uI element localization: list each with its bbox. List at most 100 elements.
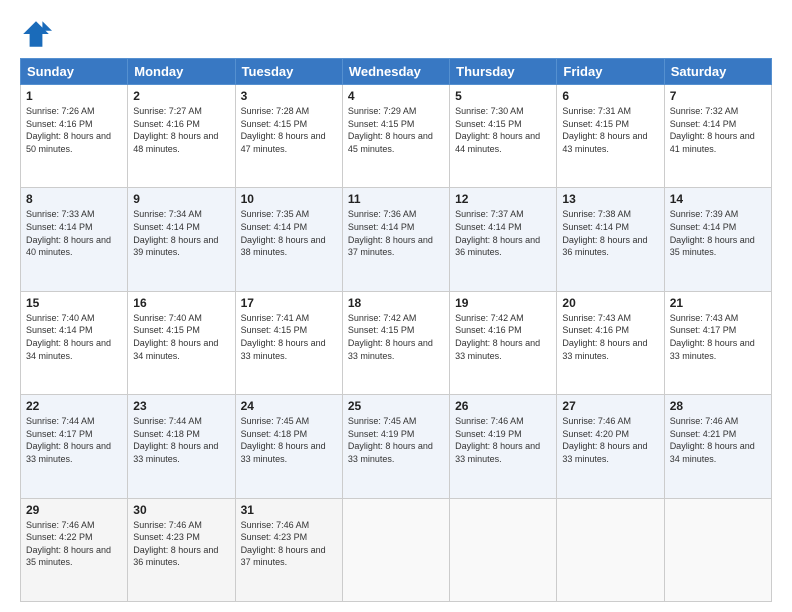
calendar-header-monday: Monday <box>128 59 235 85</box>
header <box>20 18 772 50</box>
calendar-cell: 16 Sunrise: 7:40 AMSunset: 4:15 PMDaylig… <box>128 291 235 394</box>
calendar-cell: 12 Sunrise: 7:37 AMSunset: 4:14 PMDaylig… <box>450 188 557 291</box>
cell-info: Sunrise: 7:38 AMSunset: 4:14 PMDaylight:… <box>562 209 647 257</box>
cell-info: Sunrise: 7:27 AMSunset: 4:16 PMDaylight:… <box>133 106 218 154</box>
cell-info: Sunrise: 7:44 AMSunset: 4:18 PMDaylight:… <box>133 416 218 464</box>
day-number: 19 <box>455 296 551 310</box>
day-number: 17 <box>241 296 337 310</box>
calendar-cell: 22 Sunrise: 7:44 AMSunset: 4:17 PMDaylig… <box>21 395 128 498</box>
day-number: 31 <box>241 503 337 517</box>
cell-info: Sunrise: 7:29 AMSunset: 4:15 PMDaylight:… <box>348 106 433 154</box>
calendar-cell: 21 Sunrise: 7:43 AMSunset: 4:17 PMDaylig… <box>664 291 771 394</box>
day-number: 10 <box>241 192 337 206</box>
calendar-cell: 5 Sunrise: 7:30 AMSunset: 4:15 PMDayligh… <box>450 85 557 188</box>
calendar-week-5: 29 Sunrise: 7:46 AMSunset: 4:22 PMDaylig… <box>21 498 772 601</box>
cell-info: Sunrise: 7:36 AMSunset: 4:14 PMDaylight:… <box>348 209 433 257</box>
cell-info: Sunrise: 7:46 AMSunset: 4:23 PMDaylight:… <box>241 520 326 568</box>
calendar-cell: 1 Sunrise: 7:26 AMSunset: 4:16 PMDayligh… <box>21 85 128 188</box>
calendar-cell: 24 Sunrise: 7:45 AMSunset: 4:18 PMDaylig… <box>235 395 342 498</box>
calendar-header-tuesday: Tuesday <box>235 59 342 85</box>
calendar-cell: 13 Sunrise: 7:38 AMSunset: 4:14 PMDaylig… <box>557 188 664 291</box>
calendar-header-sunday: Sunday <box>21 59 128 85</box>
logo <box>20 18 54 50</box>
cell-info: Sunrise: 7:43 AMSunset: 4:16 PMDaylight:… <box>562 313 647 361</box>
cell-info: Sunrise: 7:34 AMSunset: 4:14 PMDaylight:… <box>133 209 218 257</box>
cell-info: Sunrise: 7:46 AMSunset: 4:20 PMDaylight:… <box>562 416 647 464</box>
day-number: 20 <box>562 296 658 310</box>
day-number: 18 <box>348 296 444 310</box>
cell-info: Sunrise: 7:46 AMSunset: 4:22 PMDaylight:… <box>26 520 111 568</box>
cell-info: Sunrise: 7:43 AMSunset: 4:17 PMDaylight:… <box>670 313 755 361</box>
day-number: 28 <box>670 399 766 413</box>
cell-info: Sunrise: 7:28 AMSunset: 4:15 PMDaylight:… <box>241 106 326 154</box>
calendar-cell: 28 Sunrise: 7:46 AMSunset: 4:21 PMDaylig… <box>664 395 771 498</box>
calendar-cell: 15 Sunrise: 7:40 AMSunset: 4:14 PMDaylig… <box>21 291 128 394</box>
cell-info: Sunrise: 7:44 AMSunset: 4:17 PMDaylight:… <box>26 416 111 464</box>
calendar-cell: 10 Sunrise: 7:35 AMSunset: 4:14 PMDaylig… <box>235 188 342 291</box>
calendar-cell <box>342 498 449 601</box>
page: SundayMondayTuesdayWednesdayThursdayFrid… <box>0 0 792 612</box>
cell-info: Sunrise: 7:33 AMSunset: 4:14 PMDaylight:… <box>26 209 111 257</box>
calendar-week-4: 22 Sunrise: 7:44 AMSunset: 4:17 PMDaylig… <box>21 395 772 498</box>
day-number: 2 <box>133 89 229 103</box>
calendar-week-1: 1 Sunrise: 7:26 AMSunset: 4:16 PMDayligh… <box>21 85 772 188</box>
calendar-cell: 17 Sunrise: 7:41 AMSunset: 4:15 PMDaylig… <box>235 291 342 394</box>
day-number: 9 <box>133 192 229 206</box>
calendar-week-2: 8 Sunrise: 7:33 AMSunset: 4:14 PMDayligh… <box>21 188 772 291</box>
cell-info: Sunrise: 7:37 AMSunset: 4:14 PMDaylight:… <box>455 209 540 257</box>
calendar-cell: 9 Sunrise: 7:34 AMSunset: 4:14 PMDayligh… <box>128 188 235 291</box>
calendar-cell <box>664 498 771 601</box>
day-number: 21 <box>670 296 766 310</box>
day-number: 27 <box>562 399 658 413</box>
day-number: 16 <box>133 296 229 310</box>
calendar-header-thursday: Thursday <box>450 59 557 85</box>
day-number: 3 <box>241 89 337 103</box>
calendar-cell: 30 Sunrise: 7:46 AMSunset: 4:23 PMDaylig… <box>128 498 235 601</box>
day-number: 15 <box>26 296 122 310</box>
cell-info: Sunrise: 7:40 AMSunset: 4:15 PMDaylight:… <box>133 313 218 361</box>
day-number: 8 <box>26 192 122 206</box>
calendar-cell: 27 Sunrise: 7:46 AMSunset: 4:20 PMDaylig… <box>557 395 664 498</box>
calendar-cell: 4 Sunrise: 7:29 AMSunset: 4:15 PMDayligh… <box>342 85 449 188</box>
day-number: 11 <box>348 192 444 206</box>
calendar-cell: 18 Sunrise: 7:42 AMSunset: 4:15 PMDaylig… <box>342 291 449 394</box>
cell-info: Sunrise: 7:42 AMSunset: 4:15 PMDaylight:… <box>348 313 433 361</box>
cell-info: Sunrise: 7:40 AMSunset: 4:14 PMDaylight:… <box>26 313 111 361</box>
cell-info: Sunrise: 7:39 AMSunset: 4:14 PMDaylight:… <box>670 209 755 257</box>
day-number: 4 <box>348 89 444 103</box>
logo-icon <box>20 18 52 50</box>
day-number: 23 <box>133 399 229 413</box>
cell-info: Sunrise: 7:32 AMSunset: 4:14 PMDaylight:… <box>670 106 755 154</box>
day-number: 30 <box>133 503 229 517</box>
day-number: 7 <box>670 89 766 103</box>
cell-info: Sunrise: 7:46 AMSunset: 4:23 PMDaylight:… <box>133 520 218 568</box>
cell-info: Sunrise: 7:26 AMSunset: 4:16 PMDaylight:… <box>26 106 111 154</box>
day-number: 29 <box>26 503 122 517</box>
day-number: 13 <box>562 192 658 206</box>
calendar-header-row: SundayMondayTuesdayWednesdayThursdayFrid… <box>21 59 772 85</box>
day-number: 1 <box>26 89 122 103</box>
calendar-header-saturday: Saturday <box>664 59 771 85</box>
calendar-cell: 20 Sunrise: 7:43 AMSunset: 4:16 PMDaylig… <box>557 291 664 394</box>
day-number: 22 <box>26 399 122 413</box>
calendar-cell: 7 Sunrise: 7:32 AMSunset: 4:14 PMDayligh… <box>664 85 771 188</box>
calendar-cell: 6 Sunrise: 7:31 AMSunset: 4:15 PMDayligh… <box>557 85 664 188</box>
day-number: 12 <box>455 192 551 206</box>
cell-info: Sunrise: 7:46 AMSunset: 4:19 PMDaylight:… <box>455 416 540 464</box>
cell-info: Sunrise: 7:45 AMSunset: 4:19 PMDaylight:… <box>348 416 433 464</box>
cell-info: Sunrise: 7:45 AMSunset: 4:18 PMDaylight:… <box>241 416 326 464</box>
cell-info: Sunrise: 7:41 AMSunset: 4:15 PMDaylight:… <box>241 313 326 361</box>
calendar-cell: 31 Sunrise: 7:46 AMSunset: 4:23 PMDaylig… <box>235 498 342 601</box>
calendar-cell <box>557 498 664 601</box>
calendar-header-friday: Friday <box>557 59 664 85</box>
cell-info: Sunrise: 7:42 AMSunset: 4:16 PMDaylight:… <box>455 313 540 361</box>
calendar-cell: 26 Sunrise: 7:46 AMSunset: 4:19 PMDaylig… <box>450 395 557 498</box>
calendar-cell: 23 Sunrise: 7:44 AMSunset: 4:18 PMDaylig… <box>128 395 235 498</box>
calendar-week-3: 15 Sunrise: 7:40 AMSunset: 4:14 PMDaylig… <box>21 291 772 394</box>
cell-info: Sunrise: 7:46 AMSunset: 4:21 PMDaylight:… <box>670 416 755 464</box>
calendar-table: SundayMondayTuesdayWednesdayThursdayFrid… <box>20 58 772 602</box>
cell-info: Sunrise: 7:35 AMSunset: 4:14 PMDaylight:… <box>241 209 326 257</box>
calendar-cell <box>450 498 557 601</box>
day-number: 25 <box>348 399 444 413</box>
calendar-cell: 3 Sunrise: 7:28 AMSunset: 4:15 PMDayligh… <box>235 85 342 188</box>
